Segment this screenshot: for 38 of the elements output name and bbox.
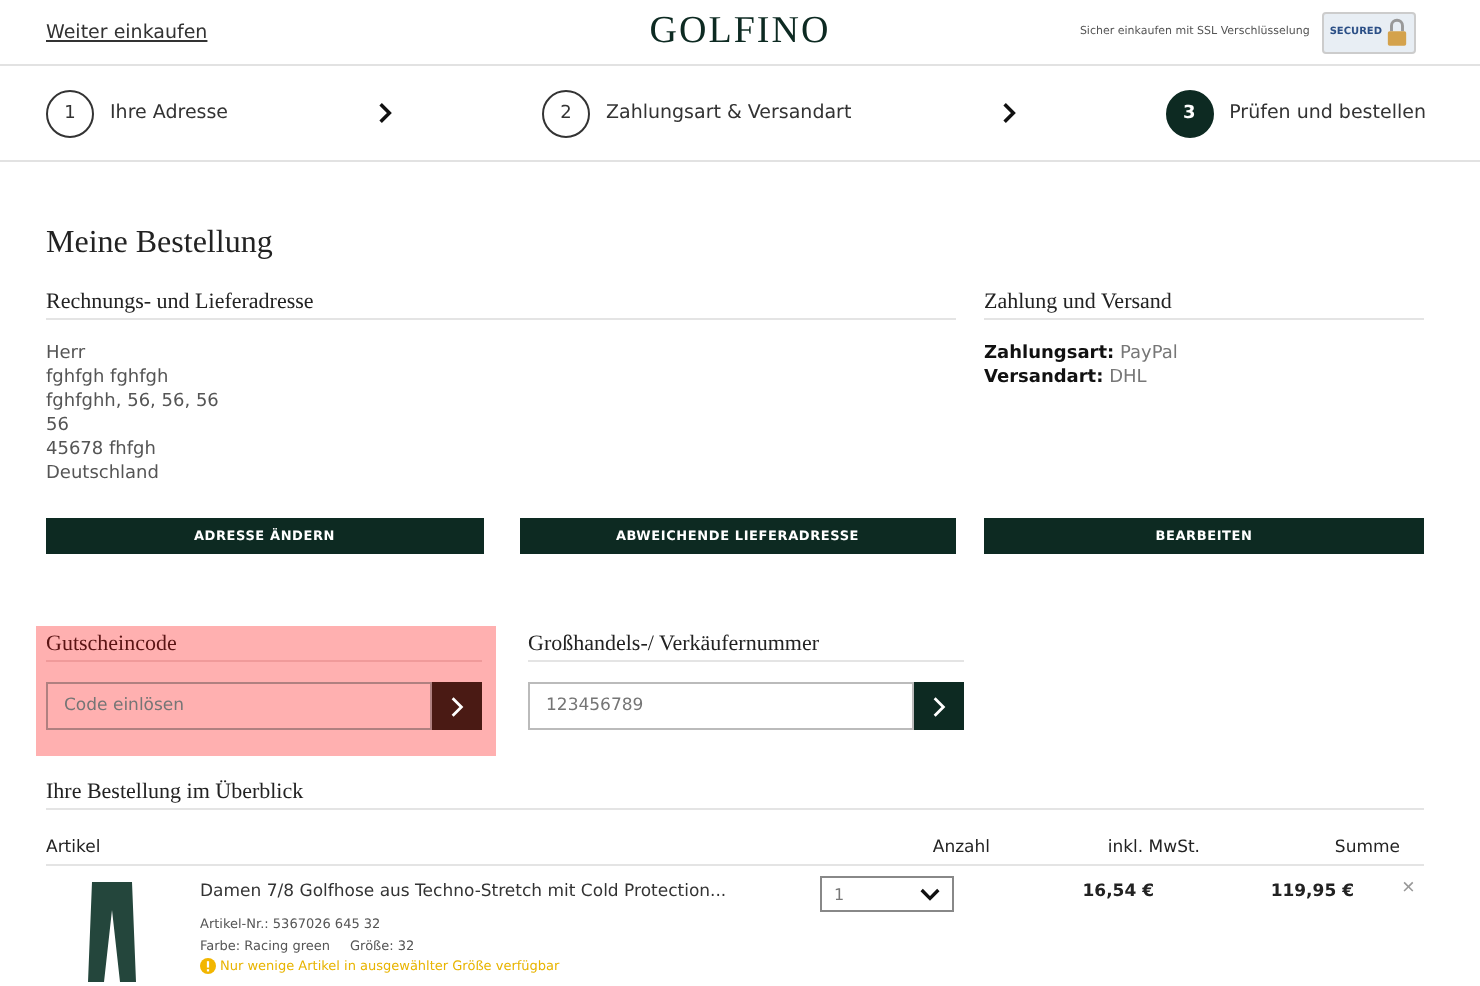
code-input-field[interactable]: 123456789 xyxy=(528,682,914,730)
quantity-dropdown[interactable]: 1 xyxy=(820,876,954,912)
info-icon xyxy=(200,958,216,974)
address-line: Deutschland xyxy=(46,462,161,486)
payment-detail: Zahlungsart: PayPal xyxy=(984,342,1180,366)
section-heading: Ihre Bestellung im Überblick xyxy=(46,780,1424,810)
total-amount: 119,95 € xyxy=(1268,882,1354,902)
address-line: fghfgh fghfgh xyxy=(46,366,171,390)
chevron-right-icon xyxy=(1001,102,1016,124)
chevron-right-icon xyxy=(932,695,946,717)
section-heading: Großhandels-/ Verkäufernummer xyxy=(528,632,964,662)
address-line: 56 xyxy=(46,414,71,438)
chevron-down-icon xyxy=(920,887,940,901)
address-line: 45678 fhfgh xyxy=(46,438,158,462)
submit-button[interactable] xyxy=(914,682,964,730)
chevron-right-icon xyxy=(378,102,393,124)
logo[interactable]: GOLFINO xyxy=(649,10,831,54)
address-line: fghfghh, 56, 56, 56 xyxy=(46,390,221,414)
chevron-right-icon xyxy=(450,695,464,717)
section-heading: Zahlung und Versand xyxy=(984,290,1424,320)
product-name[interactable]: Damen 7/8 Golfhose aus Techno-Stretch mit Cold Protection... xyxy=(200,882,820,902)
page-title: Meine Bestellung xyxy=(46,226,275,262)
tax-amount: 16,54 € xyxy=(1080,882,1154,902)
column-header: Artikel xyxy=(46,838,103,858)
submit-button[interactable] xyxy=(432,682,482,730)
section-heading: Rechnungs- und Lieferadresse xyxy=(46,290,956,320)
trousers-picture xyxy=(88,882,136,982)
address-line: Herr xyxy=(46,342,88,366)
checkout-step[interactable]: 1 Ihre Adresse xyxy=(46,89,229,137)
checkout-step[interactable]: 3 Prüfen und bestellen xyxy=(1165,89,1426,137)
column-header: inkl. MwSt. xyxy=(1105,838,1200,858)
column-header: Anzahl xyxy=(930,838,990,858)
code-input-field[interactable]: Code einlösen xyxy=(46,682,432,730)
checkout-step[interactable]: 2 Zahlungsart & Versandart xyxy=(541,89,852,137)
section-heading: Gutscheincode xyxy=(46,632,482,662)
continue-shopping-link[interactable]: Weiter einkaufen xyxy=(46,21,208,43)
payment-detail: Versandart: DHL xyxy=(984,366,1149,390)
column-header: Summe xyxy=(1332,838,1402,858)
